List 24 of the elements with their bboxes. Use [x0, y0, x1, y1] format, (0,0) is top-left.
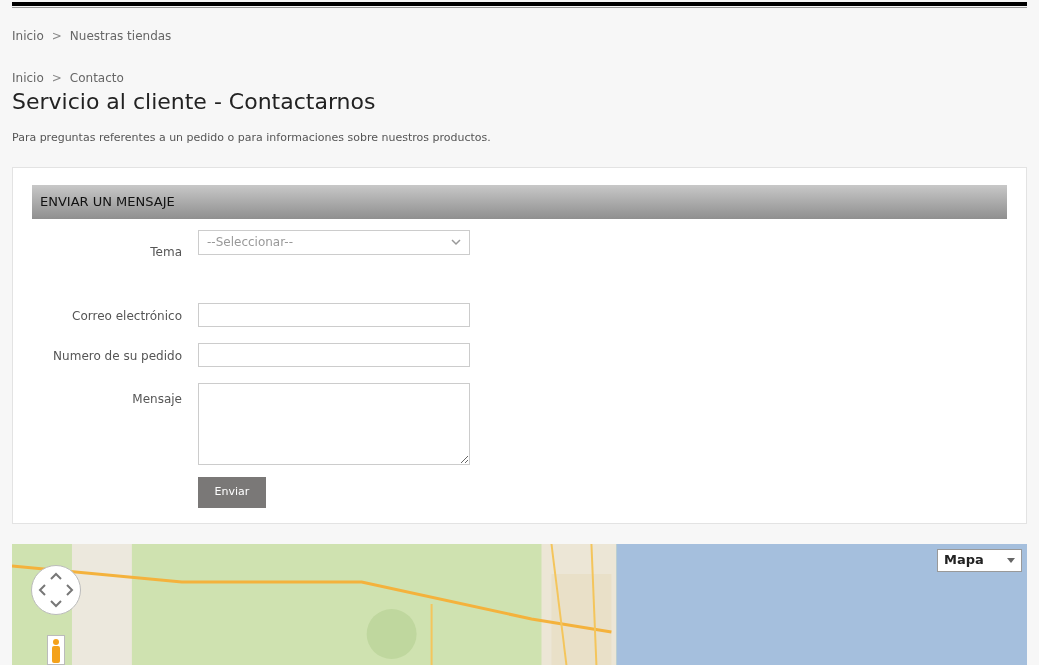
- breadcrumb-separator: >: [51, 70, 62, 87]
- section-header: ENVIAR UN MENSAJE: [32, 184, 1007, 219]
- breadcrumb-separator: >: [51, 28, 62, 45]
- page-title: Servicio al cliente - Contactarnos: [12, 88, 377, 116]
- map[interactable]: Mapa: [12, 543, 1027, 665]
- person-icon: [52, 638, 60, 663]
- caret-icon: [1007, 557, 1015, 563]
- intro-text: Para preguntas referentes a un pedido o para informaciones sobre nuestros productos.: [12, 130, 492, 146]
- submit-button[interactable]: Enviar: [198, 476, 266, 508]
- breadcrumb-link[interactable]: Inicio: [12, 27, 44, 45]
- street-view-control[interactable]: [47, 634, 65, 665]
- map-type-select[interactable]: Mapa: [937, 548, 1022, 572]
- message-field[interactable]: [198, 382, 470, 465]
- breadcrumb-link[interactable]: Inicio: [12, 69, 44, 87]
- breadcrumb-link[interactable]: Contacto: [69, 69, 124, 87]
- chevron-down-icon: [451, 238, 461, 246]
- field-label: Numero de su pedido: [53, 347, 182, 365]
- breadcrumb-link[interactable]: Nuestras tiendas: [69, 27, 172, 45]
- field-label: Correo electrónico: [72, 307, 182, 325]
- input-field[interactable]: [198, 302, 470, 327]
- field-label: Tema: [150, 243, 182, 261]
- field-label: Mensaje: [132, 390, 182, 408]
- topic-select[interactable]: --Seleccionar--: [198, 229, 470, 255]
- input-field[interactable]: [198, 342, 470, 367]
